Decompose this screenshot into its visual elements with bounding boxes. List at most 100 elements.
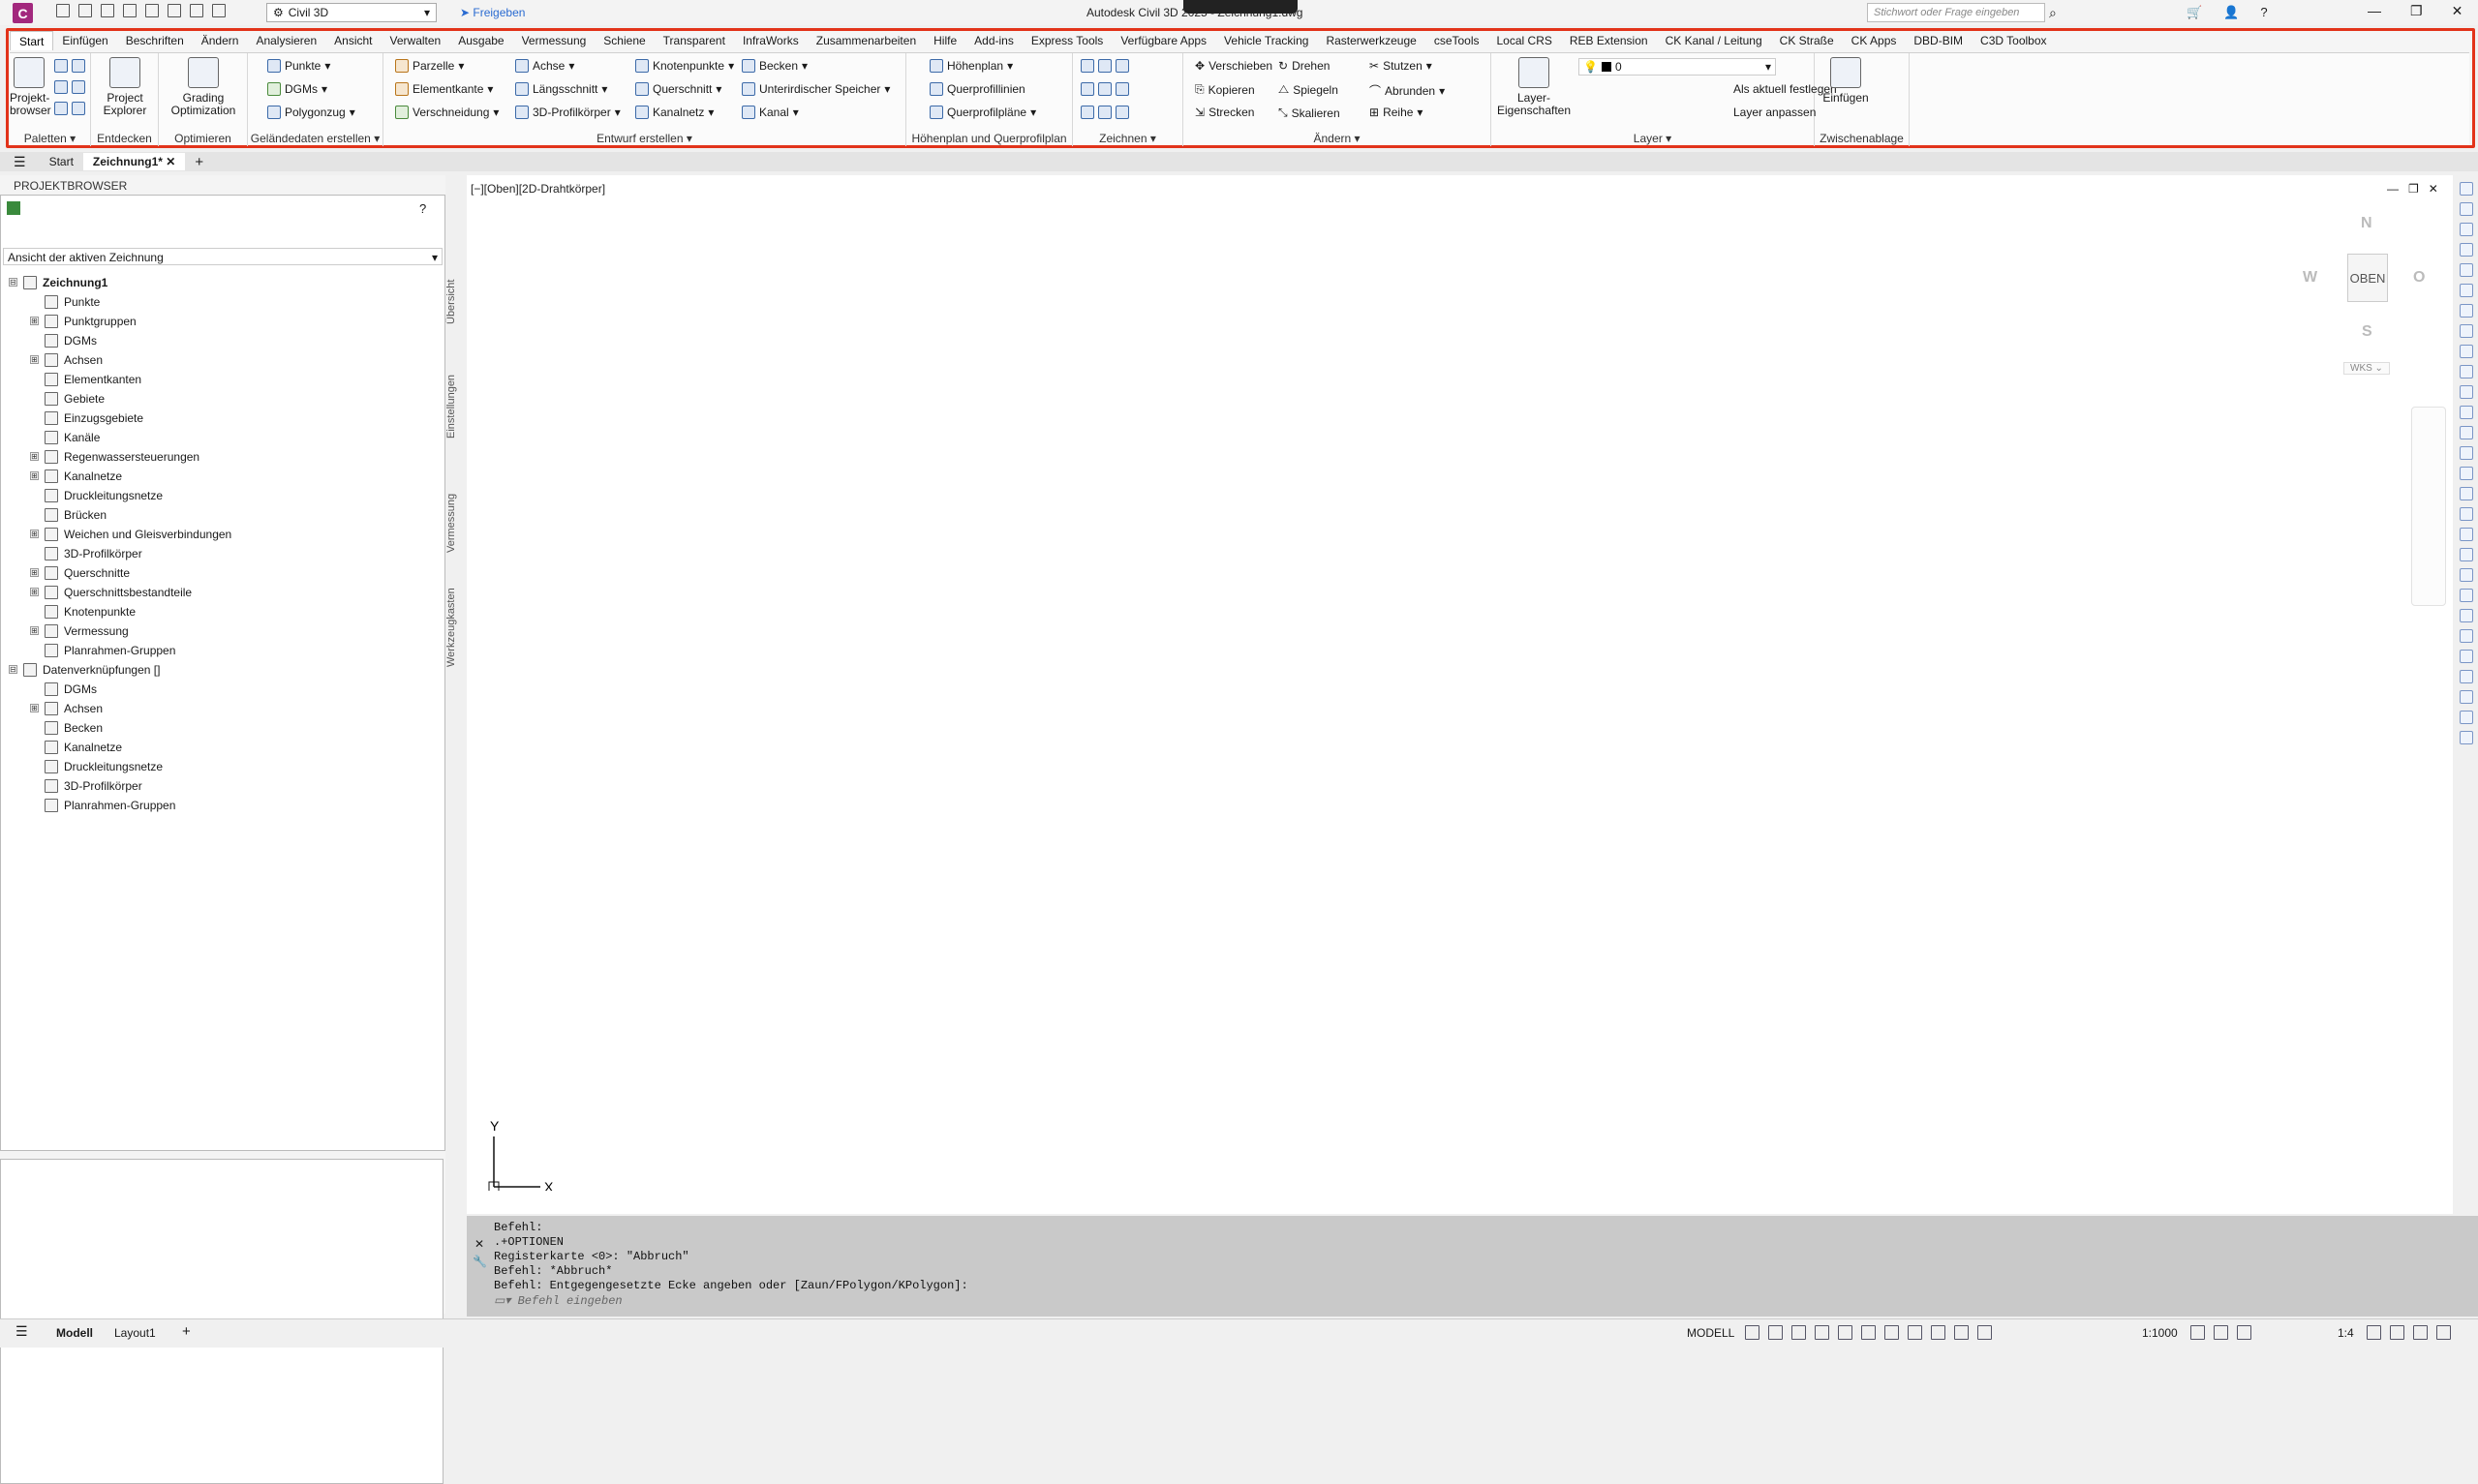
- ribbon-tab[interactable]: Hilfe: [925, 31, 965, 50]
- ribbon-tab[interactable]: Verwalten: [382, 31, 450, 50]
- ribbon-tab[interactable]: C3D Toolbox: [1972, 31, 2055, 50]
- tree-item[interactable]: Kanäle: [30, 428, 100, 446]
- toolspace-icon[interactable]: [7, 201, 20, 215]
- fillet-button[interactable]: ⌒ Abrunden ▾: [1369, 82, 1445, 99]
- tool-icon[interactable]: [2460, 568, 2473, 582]
- toolspace-tab[interactable]: Einstellungen: [445, 332, 463, 439]
- tree-item[interactable]: Planrahmen-Gruppen: [30, 796, 175, 814]
- tree-item[interactable]: ⊞ Vermessung: [30, 621, 129, 640]
- ribbon-tab[interactable]: Transparent: [655, 31, 734, 50]
- doc-tab-drawing[interactable]: Zeichnung1* ✕: [82, 153, 186, 170]
- tree-item[interactable]: ⊞ Weichen und Gleisverbindungen: [30, 525, 231, 543]
- open-icon[interactable]: [78, 4, 92, 17]
- menu-icon[interactable]: ☰: [15, 1323, 28, 1340]
- ribbon-tab[interactable]: Rasterwerkzeuge: [1317, 31, 1424, 50]
- search-icon[interactable]: ⌕: [2049, 5, 2057, 21]
- table-icon[interactable]: [1116, 106, 1129, 119]
- paste-button[interactable]: Einfügen: [1817, 57, 1875, 105]
- ribbon-tab[interactable]: Zusammenarbeiten: [808, 31, 925, 50]
- ribbon-tab[interactable]: Schiene: [595, 31, 654, 50]
- compass-west[interactable]: W: [2303, 269, 2317, 287]
- ribbon-tab[interactable]: REB Extension: [1561, 31, 1657, 50]
- tool-icon[interactable]: [2460, 528, 2473, 541]
- add-layout-icon[interactable]: +: [182, 1323, 191, 1340]
- redo-icon[interactable]: [212, 4, 226, 17]
- palette-icon[interactable]: [54, 59, 68, 73]
- workspace-select[interactable]: ⚙ Civil 3D ▾: [266, 3, 437, 22]
- command-input[interactable]: ▭▾ Befehl eingeben: [494, 1293, 623, 1308]
- tree-item[interactable]: ⊞ Querschnittsbestandteile: [30, 583, 192, 601]
- assembly-button[interactable]: Querschnitt ▾: [635, 82, 721, 96]
- ribbon-tab[interactable]: Local CRS: [1488, 31, 1561, 50]
- expand-icon[interactable]: ⊞: [30, 471, 39, 480]
- tool-icon[interactable]: [2460, 426, 2473, 439]
- tool-icon[interactable]: [2460, 202, 2473, 216]
- tool-icon[interactable]: [2460, 324, 2473, 338]
- transparency-icon[interactable]: [1908, 1325, 1922, 1340]
- corridor-button[interactable]: 3D-Profilkörper ▾: [515, 106, 621, 119]
- circle-icon[interactable]: [1098, 82, 1112, 96]
- ribbon-tab[interactable]: Ändern: [193, 31, 248, 50]
- restore-icon[interactable]: ❐: [2408, 182, 2419, 196]
- alignment-button[interactable]: Achse ▾: [515, 59, 574, 73]
- minimize-icon[interactable]: —: [2368, 3, 2381, 19]
- tool-icon[interactable]: [2460, 345, 2473, 358]
- tree-item[interactable]: ⊟ Zeichnung1: [9, 273, 107, 291]
- tree-item[interactable]: Punkte: [30, 292, 100, 311]
- close-icon[interactable]: ✕: [2452, 3, 2463, 19]
- expand-icon[interactable]: ⊟: [9, 665, 17, 674]
- user-icon[interactable]: 👤: [2223, 5, 2239, 20]
- tool-icon[interactable]: [2460, 385, 2473, 399]
- ribbon-tab[interactable]: Ausgabe: [449, 31, 512, 50]
- hardware-icon[interactable]: [2390, 1325, 2404, 1340]
- pipe-network-button[interactable]: Kanalnetz ▾: [635, 106, 714, 119]
- compass-south[interactable]: S: [2362, 323, 2372, 341]
- layer-select[interactable]: 💡 0 ▾: [1578, 58, 1776, 76]
- tree-item[interactable]: 3D-Profilkörper: [30, 776, 142, 795]
- panel-title[interactable]: Paletten ▾: [10, 132, 90, 145]
- tree-item[interactable]: Planrahmen-Gruppen: [30, 641, 175, 659]
- model-space-button[interactable]: MODELL: [1687, 1326, 1734, 1340]
- tree-item[interactable]: DGMs: [30, 680, 97, 698]
- expand-icon[interactable]: ⊞: [30, 626, 39, 635]
- polyline-icon[interactable]: [1098, 59, 1112, 73]
- ribbon-tab[interactable]: Verfügbare Apps: [1112, 31, 1215, 50]
- tool-icon[interactable]: [2460, 711, 2473, 724]
- ribbon-tab[interactable]: DBD-BIM: [1905, 31, 1972, 50]
- underground-storage-button[interactable]: Unterirdischer Speicher ▾: [742, 82, 890, 96]
- layer-properties-button[interactable]: Layer- Eigenschaften: [1495, 57, 1573, 117]
- ribbon-tab[interactable]: Analysieren: [247, 31, 325, 50]
- tab-layout1[interactable]: Layout1: [114, 1326, 156, 1340]
- restore-icon[interactable]: ❐: [2410, 3, 2423, 19]
- tool-icon[interactable]: [2460, 223, 2473, 236]
- toolspace-tab[interactable]: Übersicht: [445, 218, 463, 324]
- profile-button[interactable]: Längsschnitt ▾: [515, 82, 607, 96]
- expand-icon[interactable]: ⊞: [30, 317, 39, 325]
- minimize-icon[interactable]: —: [2387, 182, 2399, 196]
- expand-icon[interactable]: ⊞: [30, 355, 39, 364]
- palette-icon[interactable]: [72, 80, 85, 94]
- move-button[interactable]: ✥ Verschieben: [1195, 59, 1272, 73]
- wcs-menu[interactable]: WKS ⌄: [2343, 362, 2390, 375]
- palette-icon[interactable]: [54, 80, 68, 94]
- menu-icon[interactable]: ☰: [0, 154, 40, 170]
- ribbon-tab[interactable]: Ansicht: [325, 31, 381, 50]
- ribbon-tab[interactable]: Add-ins: [965, 31, 1023, 50]
- rectangle-icon[interactable]: [1116, 82, 1129, 96]
- scale-ratio[interactable]: 1:4: [2338, 1326, 2354, 1340]
- basin-button[interactable]: Becken ▾: [742, 59, 808, 73]
- doc-tab-start[interactable]: Start: [40, 153, 83, 170]
- tree-item[interactable]: ⊞ Achsen: [30, 699, 103, 717]
- navigation-bar[interactable]: [2411, 407, 2446, 606]
- tree-item[interactable]: Brücken: [30, 505, 107, 524]
- ribbon-tab[interactable]: Express Tools: [1023, 31, 1112, 50]
- stretch-button[interactable]: ⇲ Strecken: [1195, 106, 1254, 119]
- undo-icon[interactable]: [190, 4, 203, 17]
- tree-item[interactable]: Gebiete: [30, 389, 105, 408]
- viewport-controls[interactable]: [−][Oben][2D-Drahtkörper]: [471, 182, 605, 196]
- tool-icon[interactable]: [2460, 650, 2473, 663]
- line-icon[interactable]: [1081, 59, 1094, 73]
- expand-icon[interactable]: ⊞: [30, 588, 39, 596]
- panel-title[interactable]: Ändern ▾: [1183, 132, 1490, 145]
- tree-item[interactable]: ⊞ Achsen: [30, 350, 103, 369]
